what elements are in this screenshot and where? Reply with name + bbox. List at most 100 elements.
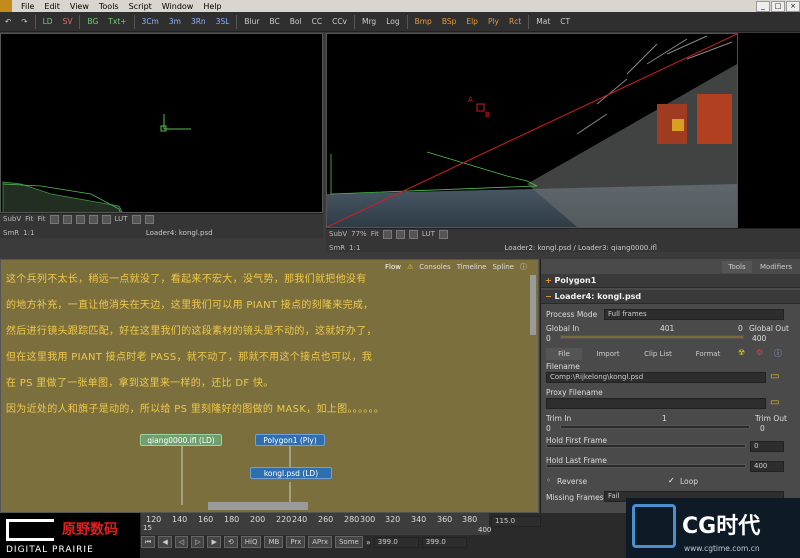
left-viewer[interactable] <box>0 33 323 223</box>
subtab-format[interactable]: Format <box>688 348 728 360</box>
polygon-header[interactable]: + Polygon1 <box>541 274 800 288</box>
text-a-icon[interactable] <box>88 214 98 224</box>
tool-bmp[interactable]: Bmp <box>411 15 436 29</box>
pin-icon[interactable] <box>144 214 154 224</box>
tool-3sl[interactable]: 3SL <box>212 15 234 29</box>
global-range-slider[interactable] <box>560 335 744 339</box>
node-qiang-loader[interactable]: qiang0000.ifl (LD) <box>140 434 222 446</box>
subtab-file[interactable]: File <box>546 348 582 360</box>
undo-icon[interactable]: ↶ <box>1 15 15 29</box>
prx-button[interactable]: Prx <box>286 536 306 548</box>
tab-flow[interactable]: Flow <box>385 263 401 271</box>
tool-ply[interactable]: Ply <box>484 15 503 29</box>
hiq-button[interactable]: HiQ <box>240 536 262 548</box>
tab-timeline[interactable]: Timeline <box>457 263 487 271</box>
trim-range-slider[interactable] <box>560 425 750 429</box>
menu-edit[interactable]: Edit <box>44 2 60 11</box>
hold-last-field[interactable]: 400 <box>750 461 784 472</box>
tool-sv[interactable]: SV <box>59 15 77 29</box>
tool-ld[interactable]: LD <box>39 15 57 29</box>
subtab-import[interactable]: Import <box>588 348 628 360</box>
smr-button-right[interactable]: SmR <box>329 244 345 252</box>
tool-ccv[interactable]: CCv <box>328 15 351 29</box>
smr-button[interactable]: SmR <box>3 229 19 237</box>
current-frame-field[interactable]: 115.0 <box>491 516 541 527</box>
tool-blur[interactable]: Blur <box>240 15 263 29</box>
trim-out-value[interactable]: 0 <box>760 424 765 433</box>
tool-rct[interactable]: Rct <box>505 15 525 29</box>
folder-icon[interactable]: ▭ <box>770 371 779 382</box>
tool-elp[interactable]: Elp <box>462 15 482 29</box>
tab-consoles[interactable]: Consoles <box>419 263 450 271</box>
hold-first-field[interactable]: 0 <box>750 441 784 452</box>
lock-icon[interactable] <box>131 214 141 224</box>
aprx-button[interactable]: APrx <box>308 536 332 548</box>
pen-icon-right[interactable] <box>382 229 392 239</box>
rect-icon[interactable] <box>62 214 72 224</box>
settings-icon[interactable]: ⚙ <box>756 348 763 357</box>
maximize-icon[interactable]: □ <box>771 0 785 12</box>
minimize-icon[interactable]: _ <box>756 0 770 12</box>
loop-icon[interactable]: ⟲ <box>223 536 238 548</box>
some-button[interactable]: Some <box>334 536 363 548</box>
rect-icon-right[interactable] <box>395 229 405 239</box>
hold-first-slider[interactable] <box>546 444 746 448</box>
tool-bol[interactable]: Bol <box>286 15 306 29</box>
close-icon[interactable]: × <box>786 0 800 12</box>
reverse-checkbox[interactable]: ◦ <box>546 476 551 485</box>
mb-button[interactable]: MB <box>264 536 284 548</box>
play-icon[interactable]: ▷ <box>191 536 205 548</box>
menu-script[interactable]: Script <box>129 2 152 11</box>
flow-scrollbar[interactable] <box>530 275 536 335</box>
menu-help[interactable]: Help <box>203 2 221 11</box>
color-icon[interactable] <box>101 214 111 224</box>
tab-spline[interactable]: Spline <box>492 263 514 271</box>
tool-3cm[interactable]: 3Cm <box>138 15 163 29</box>
proxy-filename-field[interactable] <box>546 398 766 409</box>
render-end-field[interactable]: 399.0 <box>421 536 467 548</box>
hold-last-slider[interactable] <box>546 464 746 468</box>
right-viewer[interactable]: A B <box>326 33 738 228</box>
circle-icon[interactable] <box>75 214 85 224</box>
loop-checkbox[interactable]: ✓ <box>668 476 675 485</box>
tool-mrg[interactable]: Mrg <box>358 15 380 29</box>
menu-tools[interactable]: Tools <box>99 2 119 11</box>
text-a-icon-right[interactable] <box>408 229 418 239</box>
filename-field[interactable]: Comp:\Rijkelong\kongl.psd <box>546 372 766 383</box>
global-out-value[interactable]: 400 <box>752 334 766 343</box>
rewind-icon[interactable]: ⏮ <box>141 536 156 548</box>
node-polygon[interactable]: Polygon1 (Ply) <box>255 434 325 446</box>
flow-hscrollbar[interactable] <box>208 502 308 510</box>
global-in-value[interactable]: 0 <box>546 334 551 343</box>
info-icon[interactable]: ⓘ <box>520 262 527 272</box>
menu-view[interactable]: View <box>70 2 89 11</box>
menu-file[interactable]: File <box>21 2 34 11</box>
lock-icon-right[interactable] <box>438 229 448 239</box>
menu-window[interactable]: Window <box>162 2 194 11</box>
end-frame-field[interactable]: 399.0 <box>373 536 419 548</box>
subtab-clip-list[interactable]: Clip List <box>636 348 680 360</box>
tool-txt[interactable]: Txt+ <box>104 15 130 29</box>
lut-button-right[interactable]: LUT <box>422 230 435 238</box>
tab-tools[interactable]: Tools <box>722 261 752 273</box>
tool-ct[interactable]: CT <box>556 15 574 29</box>
redo-icon[interactable]: ↷ <box>17 15 31 29</box>
trim-in-value[interactable]: 0 <box>546 424 551 433</box>
tab-modifiers[interactable]: Modifiers <box>755 261 797 273</box>
lut-button[interactable]: LUT <box>115 215 128 223</box>
step-forward-icon[interactable]: ▶ <box>207 536 221 548</box>
zoom-level[interactable]: 77% <box>351 230 367 238</box>
tool-cc[interactable]: CC <box>308 15 326 29</box>
fit-button[interactable]: Fit <box>25 215 33 223</box>
tool-bc[interactable]: BC <box>266 15 284 29</box>
tool-log[interactable]: Log <box>382 15 403 29</box>
tool-3rn[interactable]: 3Rn <box>187 15 210 29</box>
folder-icon-proxy[interactable]: ▭ <box>770 397 779 408</box>
subv-button-right[interactable]: SubV <box>329 230 347 238</box>
node-kongl-loader[interactable]: kongl.psd (LD) <box>250 467 332 479</box>
play-back-icon[interactable]: ◁ <box>174 536 189 548</box>
fit-button-right[interactable]: Fit <box>371 230 379 238</box>
radiation-icon[interactable]: ☢ <box>738 348 745 357</box>
loader-header[interactable]: − Loader4: kongl.psd <box>541 290 800 304</box>
ratio-button[interactable]: 1:1 <box>23 229 34 237</box>
